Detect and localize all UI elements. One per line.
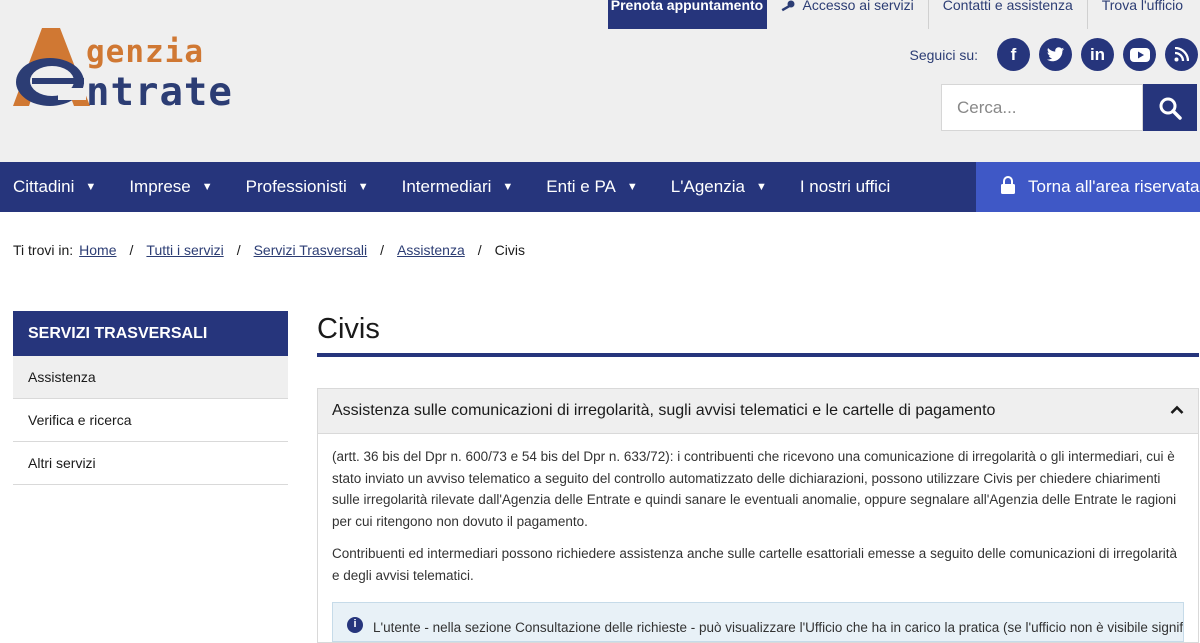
nav-label: Intermediari [402,177,492,197]
main-content: Civis Assistenza sulle comunicazioni di … [317,311,1199,643]
nav-label: I nostri uffici [800,177,890,197]
breadcrumb-separator: / [380,242,384,258]
key-icon [781,0,795,12]
logo-text-line1: genzia [86,34,204,70]
main-navigation: Cittadini ▼ Imprese ▼ Professionisti ▼ Inte… [0,162,1200,212]
nav-item-imprese[interactable]: Imprese ▼ [129,162,212,212]
area-riservata-button[interactable]: Torna all'area riservata [976,162,1200,212]
caret-down-icon: ▼ [756,181,767,193]
caret-down-icon: ▼ [627,181,638,193]
sidebar-header: SERVIZI TRASVERSALI [13,311,288,356]
accordion: Assistenza sulle comunicazioni di irrego… [317,388,1199,643]
page-title: Civis [317,311,1199,353]
nav-label: Imprese [129,177,190,197]
search-input[interactable] [941,84,1143,131]
sidebar-item-assistenza[interactable]: Assistenza [13,356,288,399]
twitter-icon[interactable] [1039,38,1072,71]
caret-down-icon: ▼ [358,181,369,193]
social-links: Seguici su: f in [910,38,1198,71]
facebook-icon[interactable]: f [997,38,1030,71]
nav-item-nostri-uffici[interactable]: I nostri uffici [800,162,890,212]
title-underline [317,353,1199,357]
breadcrumb-current: Civis [495,242,525,258]
accesso-label: Accesso ai servizi [803,0,914,10]
chevron-up-icon[interactable] [1170,402,1184,420]
trova-ufficio-link[interactable]: Trova l'ufficio [1088,0,1200,29]
breadcrumb-link-assistenza[interactable]: Assistenza [397,242,465,258]
search-icon [1158,96,1182,120]
area-riservata-label: Torna all'area riservata [1028,177,1199,197]
paragraph: Contribuenti ed intermediari possono ric… [332,543,1184,586]
nav-item-professionisti[interactable]: Professionisti ▼ [246,162,369,212]
nav-label: L'Agenzia [671,177,745,197]
sidebar-item-verifica-ricerca[interactable]: Verifica e ricerca [13,399,288,442]
nav-item-intermediari[interactable]: Intermediari ▼ [402,162,514,212]
caret-down-icon: ▼ [85,181,96,193]
sidebar-item-altri-servizi[interactable]: Altri servizi [13,442,288,485]
logo-mark-icon [12,26,92,111]
nav-label: Professionisti [246,177,347,197]
trova-label: Trova l'ufficio [1102,0,1183,10]
caret-down-icon: ▼ [202,181,213,193]
nav-label: Cittadini [13,177,74,197]
search-box [941,84,1197,131]
linkedin-icon[interactable]: in [1081,38,1114,71]
nav-label: Enti e PA [546,177,616,197]
accordion-header[interactable]: Assistenza sulle comunicazioni di irrego… [318,389,1198,434]
info-box: i L'utente - nella sezione Consultazione… [332,602,1184,642]
breadcrumb-link-home[interactable]: Home [79,242,116,258]
sidebar: SERVIZI TRASVERSALI Assistenza Verifica … [13,311,288,485]
logo-text-line2: ntrate [86,70,233,115]
rss-icon[interactable] [1165,38,1198,71]
breadcrumb-link-servizi-trasversali[interactable]: Servizi Trasversali [254,242,368,258]
site-header: genzia ntrate Prenota appuntamento Acces… [0,0,1200,162]
accordion-body: (artt. 36 bis del Dpr n. 600/73 e 54 bis… [318,434,1198,642]
contatti-assistenza-link[interactable]: Contatti e assistenza [929,0,1088,29]
info-text: L'utente - nella sezione Consultazione d… [373,617,1184,639]
prenota-label: Prenota appuntamento [611,0,763,10]
contatti-label: Contatti e assistenza [943,0,1073,10]
nav-item-enti-pa[interactable]: Enti e PA ▼ [546,162,638,212]
youtube-icon[interactable] [1123,38,1156,71]
breadcrumb-separator: / [130,242,134,258]
breadcrumb: Ti trovi in: Home / Tutti i servizi / Se… [13,242,525,258]
info-icon: i [347,617,363,633]
nav-item-agenzia[interactable]: L'Agenzia ▼ [671,162,767,212]
lock-icon [1000,176,1016,199]
social-label: Seguici su: [910,47,978,63]
nav-item-cittadini[interactable]: Cittadini ▼ [13,162,96,212]
top-navigation: Prenota appuntamento Accesso ai servizi … [608,0,1200,29]
prenota-appuntamento-link[interactable]: Prenota appuntamento [608,0,767,29]
breadcrumb-link-tutti-servizi[interactable]: Tutti i servizi [146,242,223,258]
accordion-title: Assistenza sulle comunicazioni di irrego… [332,402,995,420]
breadcrumb-separator: / [478,242,482,258]
agenzia-entrate-logo[interactable]: genzia ntrate [12,26,262,116]
breadcrumb-prefix: Ti trovi in: [13,242,73,258]
accesso-servizi-link[interactable]: Accesso ai servizi [767,0,929,29]
paragraph: (artt. 36 bis del Dpr n. 600/73 e 54 bis… [332,446,1184,532]
search-button[interactable] [1143,84,1197,131]
caret-down-icon: ▼ [502,181,513,193]
breadcrumb-separator: / [237,242,241,258]
